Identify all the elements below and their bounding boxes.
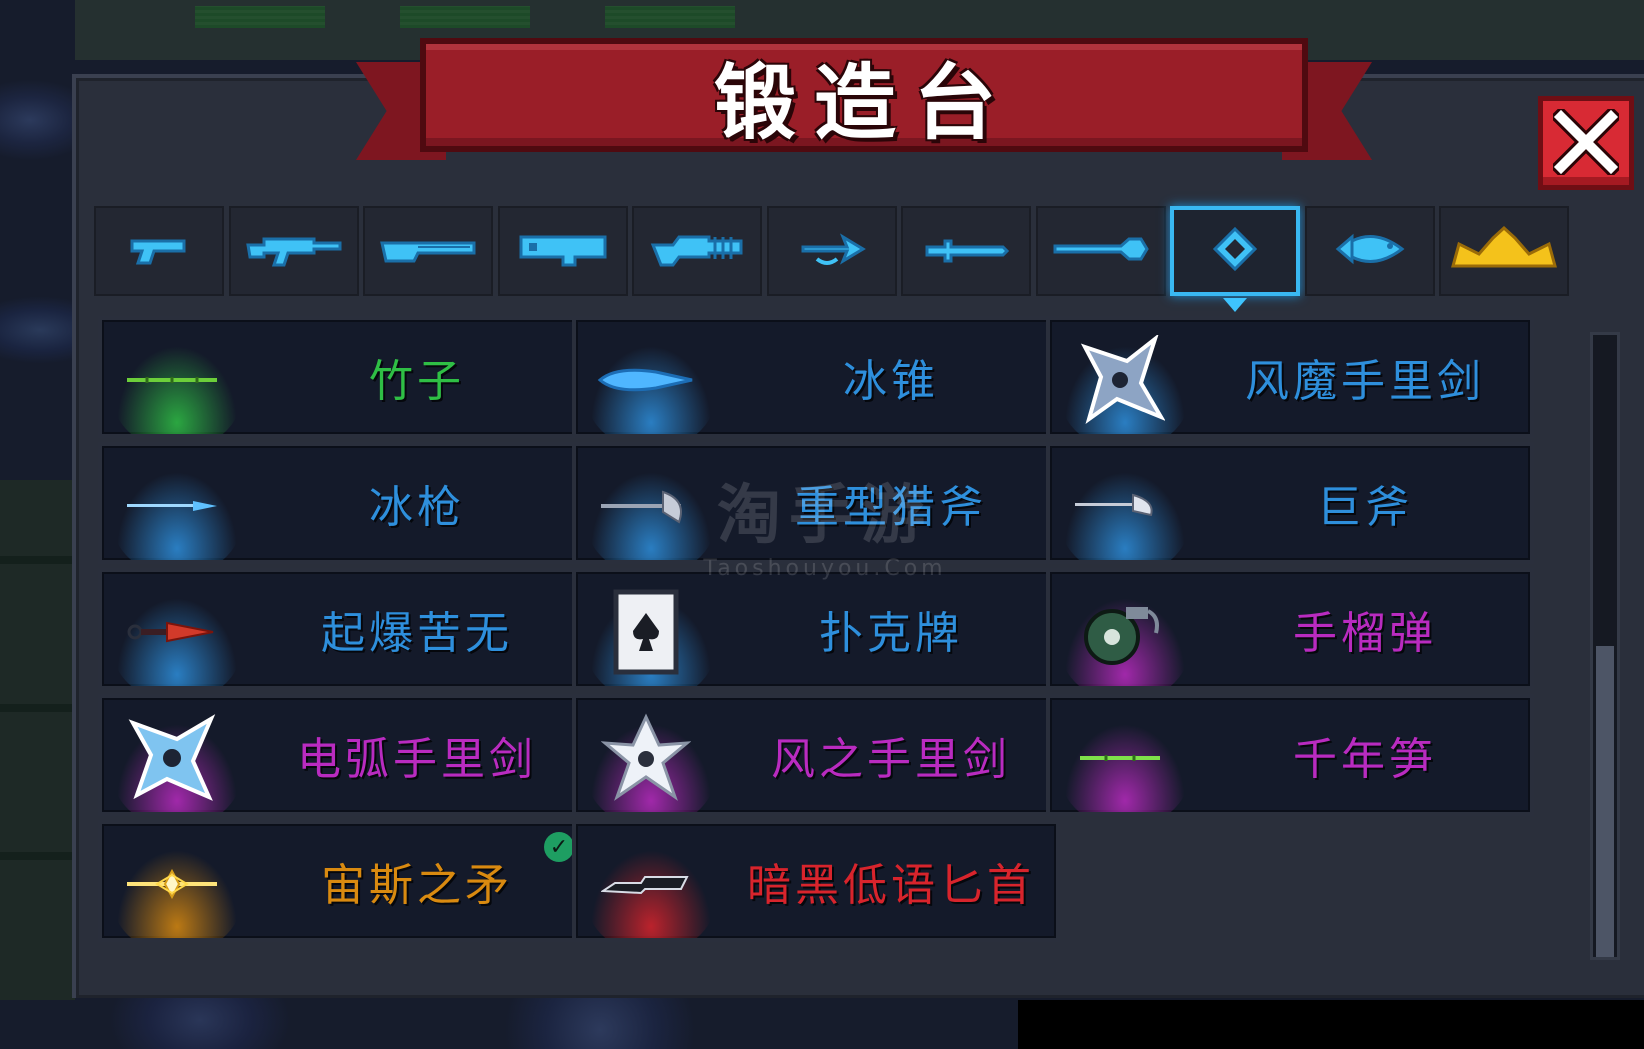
owned-check-icon: ✓ (544, 832, 574, 862)
tab-bow[interactable] (766, 206, 897, 296)
ice-spear-icon (122, 466, 222, 546)
weapon-card[interactable]: 风之手里剑 (572, 694, 1060, 816)
crown-icon (1449, 225, 1559, 276)
tab-fish[interactable] (1304, 206, 1435, 296)
tab-launcher[interactable] (497, 206, 628, 296)
weapon-card[interactable]: 重型猎斧 (572, 442, 1060, 564)
tab-spear[interactable] (1035, 206, 1166, 296)
weapon-name: 暗黑低语匕首 (747, 860, 1035, 911)
throwing-icon (1211, 225, 1259, 277)
weapon-name: 巨斧 (1317, 482, 1413, 533)
weapon-name: 电弧手里剑 (297, 734, 537, 785)
weapon-name: 竹子 (369, 356, 465, 407)
weapon-name: 冰锥 (843, 356, 939, 407)
title-banner: 锻造台 (356, 38, 1372, 160)
weapon-card[interactable]: 手榴弹 (1046, 568, 1534, 690)
icicle-icon (596, 340, 696, 420)
bow-icon (797, 229, 867, 273)
close-button[interactable] (1538, 96, 1634, 190)
arc-shuriken-icon (122, 714, 222, 801)
playing-card-icon (596, 589, 696, 675)
pistol-icon (124, 229, 194, 273)
weapon-card[interactable]: 风魔手里剑 (1046, 316, 1534, 438)
grenade-icon (1070, 592, 1170, 672)
weapon-card[interactable]: 巨斧 (1046, 442, 1534, 564)
weapon-name: 宙斯之矛 (321, 860, 513, 911)
background-grass-tile (605, 6, 735, 28)
shuriken-icon (1070, 335, 1170, 424)
background-void (1018, 1000, 1644, 1049)
weapon-card[interactable]: 起爆苦无 (98, 568, 586, 690)
tab-crown[interactable] (1439, 206, 1569, 296)
tab-shotgun[interactable] (363, 206, 493, 296)
background-grass-tile (400, 6, 530, 28)
sword-icon (923, 229, 1010, 273)
giant-axe-icon (1070, 466, 1170, 546)
scrollbar[interactable] (1590, 332, 1620, 960)
page-title: 锻造台 (713, 55, 1014, 151)
dark-dagger-icon (596, 844, 696, 924)
close-icon (1553, 109, 1619, 175)
bamboo-shoot-icon (1070, 718, 1170, 798)
weapon-card[interactable]: 暗黑低语匕首 (572, 820, 1060, 942)
tab-sword[interactable] (901, 206, 1031, 296)
spear-icon (1051, 229, 1151, 273)
kunai-icon (122, 592, 222, 672)
weapon-card[interactable]: 千年笋 (1046, 694, 1534, 816)
tab-pistol[interactable] (94, 206, 224, 296)
weapon-card[interactable]: 扑克牌 (572, 568, 1060, 690)
weapon-name: 风魔手里剑 (1245, 356, 1485, 407)
weapon-name: 起爆苦无 (321, 608, 513, 659)
background-grass-tile (195, 6, 325, 28)
fish-icon (1332, 229, 1408, 273)
launcher-icon (515, 229, 611, 273)
wind-shuriken-icon (596, 713, 696, 801)
game-scene: 锻造台 竹子 冰锥 风魔手里剑冰枪 重型猎斧 巨斧起爆苦无 扑克牌 手榴弹电弧手里剑 风之手里… (0, 0, 1644, 1049)
zeus-spear-icon (122, 844, 222, 924)
weapon-name: 扑克牌 (819, 608, 963, 659)
shotgun-icon (378, 229, 478, 273)
category-tabs (94, 206, 1644, 312)
tab-throwing[interactable] (1170, 206, 1300, 312)
scrollbar-thumb[interactable] (1596, 646, 1614, 957)
banner-body: 锻造台 (420, 38, 1308, 152)
weapon-name: 千年笋 (1293, 734, 1437, 785)
weapon-card[interactable]: 电弧手里剑 (98, 694, 586, 816)
weapon-name: 手榴弹 (1293, 608, 1437, 659)
weapon-card[interactable]: 冰枪 (98, 442, 586, 564)
tab-laser-gun[interactable] (632, 206, 762, 296)
bamboo-icon (122, 340, 222, 420)
heavy-axe-icon (596, 466, 696, 546)
weapon-grid: 竹子 冰锥 风魔手里剑冰枪 重型猎斧 巨斧起爆苦无 扑克牌 手榴弹电弧手里剑 风之手里剑 千年笋… (98, 316, 1582, 956)
weapon-card[interactable]: 冰锥 (572, 316, 1060, 438)
laser-gun-icon (649, 229, 745, 273)
weapon-name: 重型猎斧 (795, 482, 987, 533)
selected-tab-marker (1223, 298, 1247, 312)
tab-rifle[interactable] (228, 206, 359, 296)
weapon-card[interactable]: 竹子 (98, 316, 586, 438)
background-wall (0, 480, 75, 1000)
weapon-name: 风之手里剑 (771, 734, 1011, 785)
weapon-card[interactable]: 宙斯之矛 ✓ (98, 820, 586, 942)
weapon-name: 冰枪 (369, 482, 465, 533)
rifle-icon (244, 229, 344, 273)
